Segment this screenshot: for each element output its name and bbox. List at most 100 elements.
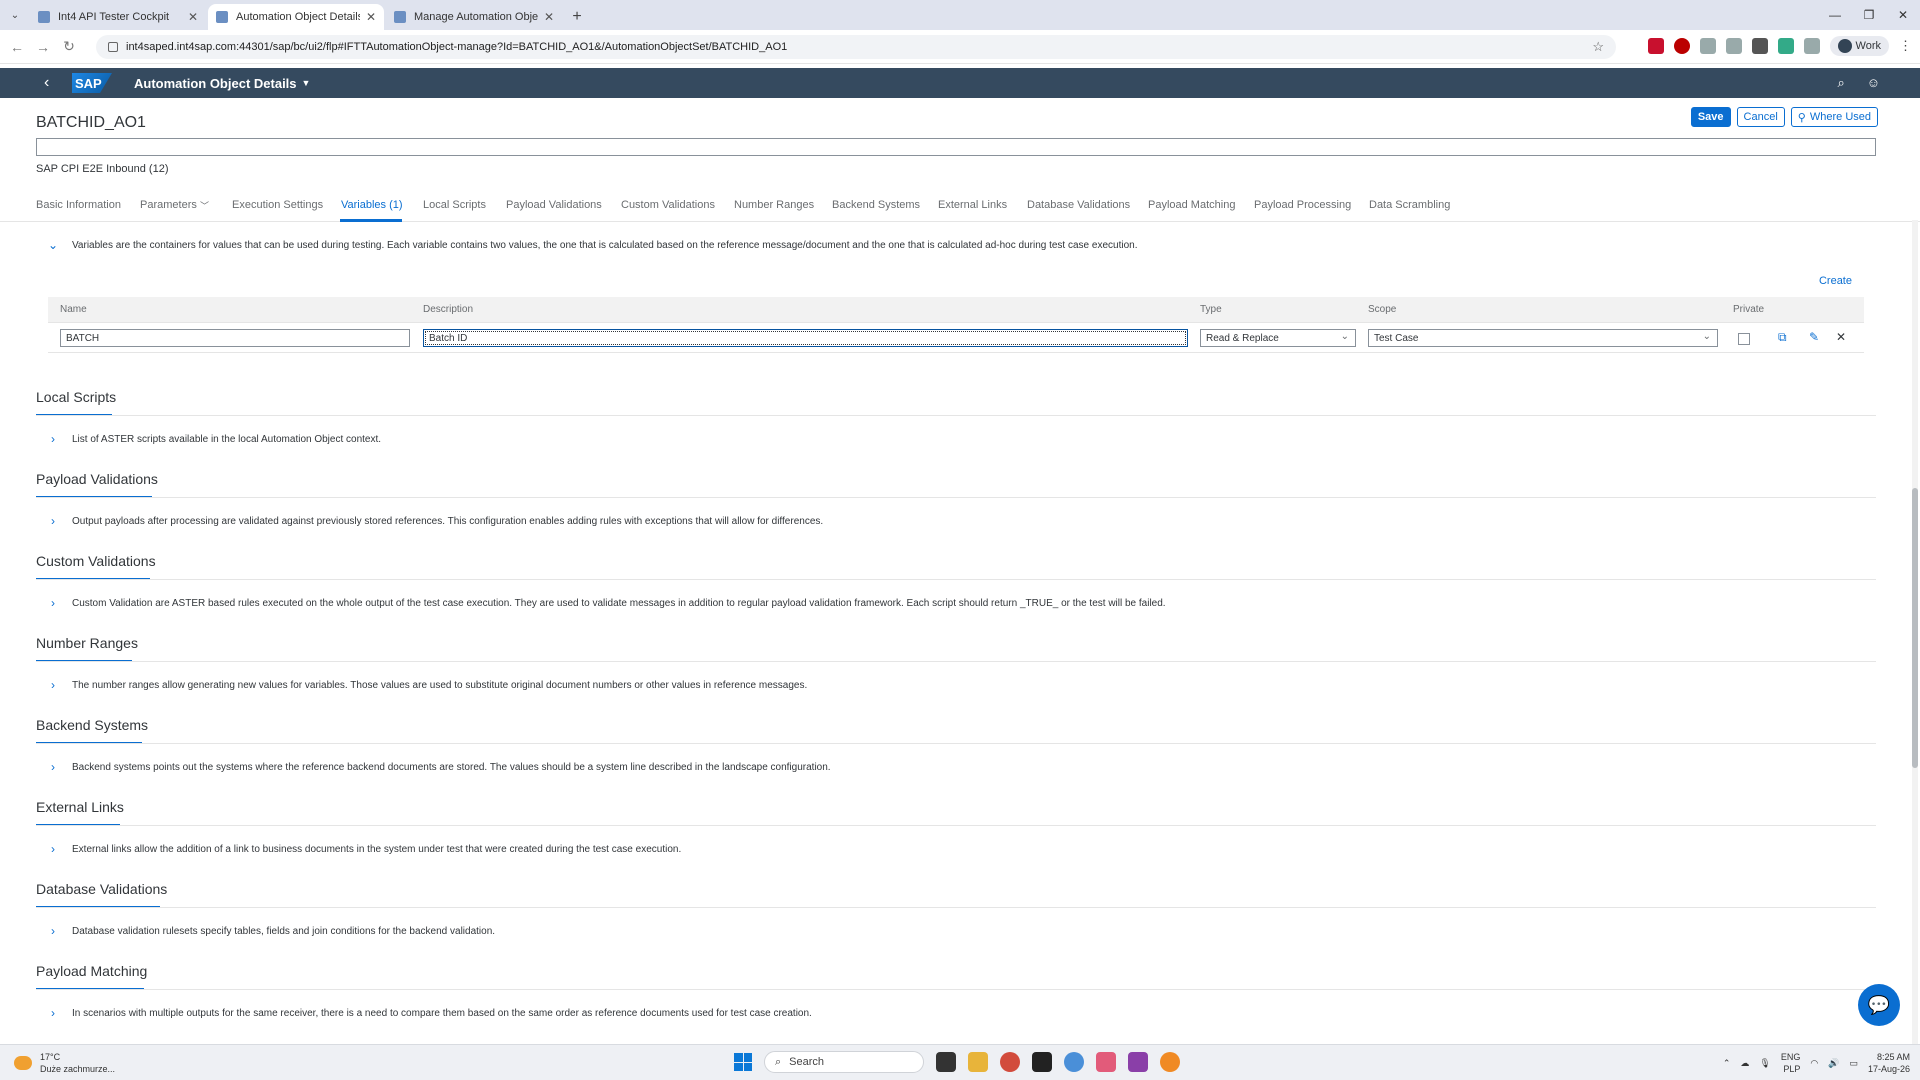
close-tab-icon[interactable]: ✕ [366,10,376,24]
chevron-right-icon[interactable]: › [46,514,60,528]
sap-shell-bar: ‹ SAP Automation Object Details ▼ ⌕ ☺ [0,68,1920,98]
chevron-right-icon[interactable]: › [46,1006,60,1020]
chevron-right-icon[interactable]: › [46,760,60,774]
app-title[interactable]: Automation Object Details [134,76,297,91]
chevron-up-icon[interactable]: ⌃ [1723,1058,1731,1069]
browser-menu-icon[interactable]: ⋮ [1899,38,1912,54]
sap-logo[interactable]: SAP [72,73,112,93]
create-button[interactable]: Create [1819,275,1852,287]
save-button[interactable]: Save [1690,107,1731,127]
chevron-down-icon[interactable]: ⌄ [46,238,60,252]
extension-icon[interactable] [1777,38,1794,54]
chrome-profile-icon[interactable] [1064,1052,1084,1072]
tab-payload-validations[interactable]: Payload Validations [506,199,602,211]
where-used-button[interactable]: ⚲ Where Used [1790,107,1878,127]
search-icon[interactable]: ⌕ [1837,75,1844,91]
section-divider [36,907,1876,908]
variable-type-select[interactable]: Read & Replace ⌄ [1200,329,1356,347]
file-manager-icon[interactable] [936,1052,956,1072]
extension-icon[interactable] [1725,38,1742,54]
folder-icon[interactable] [968,1052,988,1072]
where-used-label: Where Used [1809,111,1871,123]
taskbar-search[interactable]: ⌕ Search [764,1051,924,1073]
section-description: External links allow the addition of a l… [72,844,682,855]
chevron-down-icon[interactable]: ⌄ [1341,331,1349,342]
close-window-icon[interactable]: ✕ [1886,0,1920,30]
tab-execution-settings[interactable]: Execution Settings [232,199,323,211]
variable-name-input[interactable]: BATCH [60,329,410,347]
chevron-right-icon[interactable]: › [46,842,60,856]
tab-custom-validations[interactable]: Custom Validations [621,199,715,211]
windows-start-icon[interactable] [734,1053,752,1071]
wifi-icon[interactable]: ◠ [1810,1058,1818,1069]
language-indicator[interactable]: ENG PLP [1781,1051,1801,1075]
language-code: ENG [1780,1052,1801,1062]
section-title-custom-validations: Custom Validations [36,553,156,569]
delete-icon[interactable]: ✕ [1836,330,1846,344]
browser-tab[interactable]: Manage Automation Objects ✕ [386,4,562,30]
browser-tab-active[interactable]: Automation Object Details ✕ [208,4,384,30]
close-tab-icon[interactable]: ✕ [544,10,554,24]
tab-payload-matching[interactable]: Payload Matching [1148,199,1235,211]
minimize-icon[interactable]: — [1818,0,1852,30]
app-icon[interactable] [1128,1052,1148,1072]
cancel-button[interactable]: Cancel [1736,107,1785,127]
battery-icon[interactable]: ▭ [1849,1058,1858,1069]
app-icon[interactable] [1032,1052,1052,1072]
edit-icon[interactable]: ✎ [1809,330,1819,344]
back-arrow-icon[interactable]: ← [4,39,30,55]
table-header: Name Description Type Scope Private [48,297,1864,323]
tab-backend-systems[interactable]: Backend Systems [832,199,920,211]
copy-icon[interactable]: ⧉ [1778,330,1787,345]
variable-scope-select[interactable]: Test Case ⌄ [1368,329,1718,347]
close-tab-icon[interactable]: ✕ [188,10,198,24]
volume-icon[interactable]: 🔊 [1828,1058,1839,1069]
tab-local-scripts[interactable]: Local Scripts [423,199,486,211]
weather-widget[interactable]: 17°C Duże zachmurze... [14,1051,115,1075]
weather-desc: Duże zachmurze... [40,1064,116,1074]
extension-icon[interactable] [1751,38,1768,54]
tab-database-validations[interactable]: Database Validations [1027,199,1130,211]
chevron-right-icon[interactable]: › [46,924,60,938]
app-icon[interactable] [1096,1052,1116,1072]
tab-variables[interactable]: Variables (1) [341,199,403,211]
app-icon[interactable] [1160,1052,1180,1072]
bookmark-star-icon[interactable]: ☆ [1592,39,1604,55]
extension-icon[interactable] [1673,38,1690,54]
browser-tab[interactable]: Int4 API Tester Cockpit ✕ [30,4,206,30]
url-field[interactable]: int4saped.int4sap.com:44301/sap/bc/ui2/f… [96,35,1616,59]
chat-icon[interactable]: 💬 [1858,984,1900,1026]
chrome-icon[interactable] [1000,1052,1020,1072]
puzzle-icon[interactable] [1803,38,1820,54]
tab-external-links[interactable]: External Links [938,199,1007,211]
restore-icon[interactable]: ❐ [1852,0,1886,30]
chevron-down-icon[interactable]: ﹀ [200,199,209,212]
back-icon[interactable]: ‹ [44,74,64,92]
chevron-right-icon[interactable]: › [46,432,60,446]
chevron-down-icon[interactable]: ▼ [302,78,311,88]
tab-data-scrambling[interactable]: Data Scrambling [1369,199,1450,211]
tab-payload-processing[interactable]: Payload Processing [1254,199,1351,211]
header-description-input[interactable] [36,138,1876,156]
tab-number-ranges[interactable]: Number Ranges [734,199,814,211]
extension-icon[interactable] [1647,38,1664,54]
private-checkbox[interactable] [1738,333,1750,345]
reload-icon[interactable]: ↻ [56,38,82,55]
clock[interactable]: 8:25 AM 17-Aug-26 [1868,1051,1910,1075]
cloud-icon[interactable]: ☁ [1740,1058,1749,1069]
microphone-icon[interactable]: 🎙 [1759,1058,1770,1069]
forward-arrow-icon[interactable]: → [30,39,56,55]
tab-parameters[interactable]: Parameters [140,199,197,211]
tab-search-icon[interactable]: ⌄ [0,0,30,30]
chevron-right-icon[interactable]: › [46,678,60,692]
profile-button[interactable]: Work [1829,36,1889,56]
tab-basic-information[interactable]: Basic Information [36,199,121,211]
user-icon[interactable]: ☺ [1867,75,1880,91]
site-info-icon[interactable] [108,42,118,52]
scrollbar-thumb[interactable] [1912,488,1918,768]
chevron-right-icon[interactable]: › [46,596,60,610]
variable-description-input[interactable]: Batch ID [423,329,1188,347]
extension-icon[interactable] [1699,38,1716,54]
new-tab-icon[interactable]: + [564,4,590,30]
chevron-down-icon[interactable]: ⌄ [1703,331,1711,342]
